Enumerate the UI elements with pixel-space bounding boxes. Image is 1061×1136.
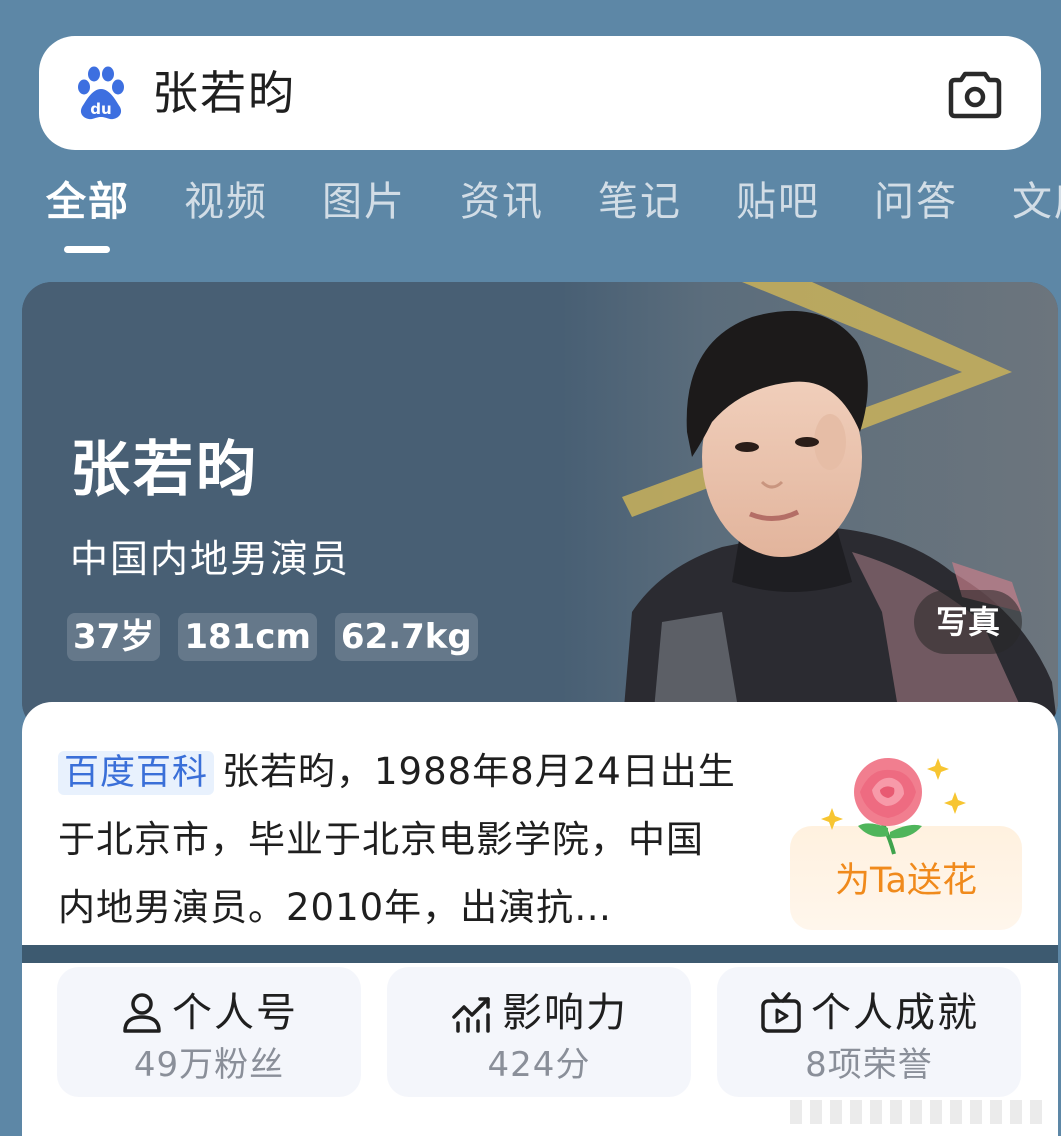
tab-notes[interactable]: 笔记 — [598, 176, 682, 228]
tab-qa[interactable]: 问答 — [874, 176, 958, 228]
fans-count: 49万粉丝 — [133, 1045, 285, 1085]
tab-wenku[interactable]: 文库 — [1012, 176, 1061, 228]
portrait-photo[interactable] — [22, 282, 1058, 732]
personal-account-title: 个人号 — [172, 990, 298, 1036]
influence-title: 影响力 — [502, 990, 628, 1036]
search-input[interactable]: 张若昀 — [152, 63, 296, 123]
hero-card[interactable]: 张若昀 中国内地男演员 37岁 181cm 62.7kg 写真 — [22, 282, 1058, 732]
personal-account-card[interactable]: 个人号 49万粉丝 — [57, 967, 361, 1097]
age-tag: 37岁 — [67, 613, 161, 661]
photo-album-button[interactable]: 写真 — [914, 590, 1022, 654]
tab-video[interactable]: 视频 — [184, 176, 268, 228]
person-name: 张若昀 — [70, 435, 259, 505]
search-results-page: du 张若昀 全部 视频 图片 资讯 笔记 贴吧 问答 文库 — [0, 0, 1061, 1136]
active-tab-indicator — [64, 246, 110, 253]
tab-all[interactable]: 全部 — [46, 176, 130, 228]
tab-tieba[interactable]: 贴吧 — [736, 176, 820, 228]
trend-chart-icon — [452, 997, 490, 1033]
baidu-logo-icon: du — [78, 66, 124, 120]
person-occupation: 中国内地男演员 — [70, 537, 351, 581]
baike-source-tag[interactable]: 百度百科 — [58, 751, 215, 795]
bio-text[interactable]: 百度百科 张若昀，1988年8月24日出生于北京市，毕业于北京电影学院，中国内地男… — [58, 738, 738, 942]
honors-count: 8项荣誉 — [805, 1045, 933, 1085]
influence-score: 424分 — [487, 1045, 591, 1085]
achievements-title: 个人成就 — [811, 990, 979, 1036]
camera-icon[interactable] — [948, 68, 1002, 120]
influence-card[interactable]: 影响力 424分 — [387, 967, 691, 1097]
watermark — [790, 1100, 1050, 1124]
person-attributes: 37岁 181cm 62.7kg — [67, 613, 478, 661]
section-divider — [22, 945, 1058, 963]
svg-text:du: du — [90, 100, 111, 118]
tab-news[interactable]: 资讯 — [460, 176, 544, 228]
tab-images[interactable]: 图片 — [322, 176, 406, 228]
weight-tag: 62.7kg — [334, 613, 478, 661]
achievements-card[interactable]: 个人成就 8项荣誉 — [717, 967, 1021, 1097]
tab-bar: 全部 视频 图片 资讯 笔记 贴吧 问答 文库 — [0, 170, 1061, 260]
rose-icon — [821, 758, 966, 855]
search-bar[interactable]: du 张若昀 — [39, 36, 1041, 150]
send-flower-label: 为Ta送花 — [834, 861, 978, 901]
height-tag: 181cm — [178, 613, 317, 661]
person-icon — [123, 993, 161, 1033]
tv-play-icon — [761, 992, 801, 1033]
